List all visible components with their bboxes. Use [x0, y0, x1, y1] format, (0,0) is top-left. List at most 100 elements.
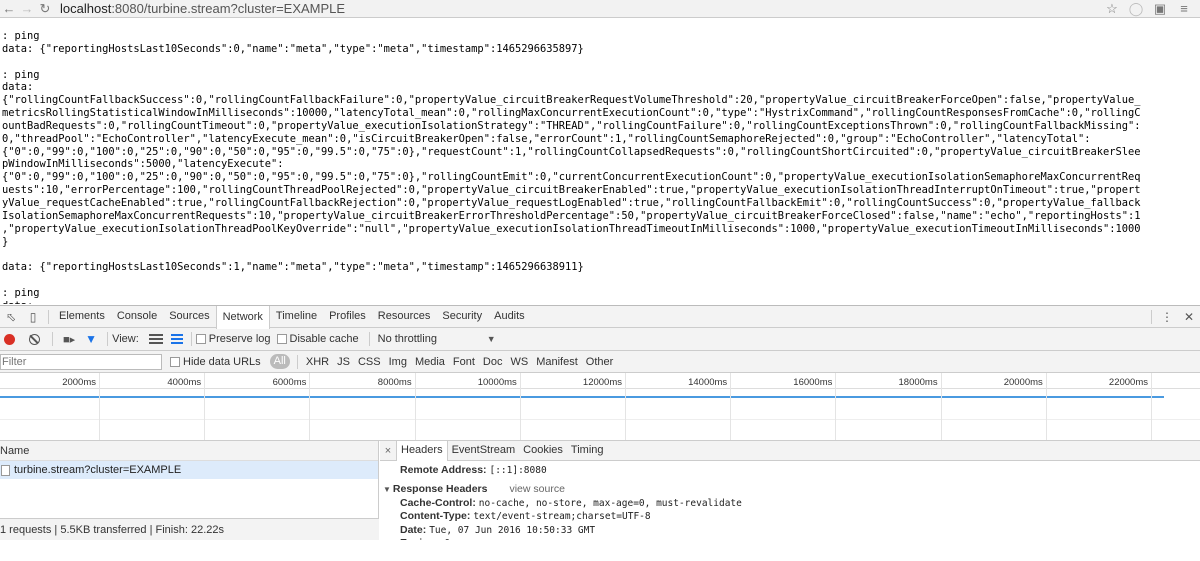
filter-type-doc[interactable]: Doc: [483, 356, 503, 368]
divider: [52, 332, 53, 346]
devtools-tabs: Elements Console Sources Network Timeline Pro…: [53, 305, 531, 329]
tab-sources[interactable]: Sources: [163, 305, 215, 329]
chevron-down-icon: ▼: [486, 334, 496, 344]
throttling-select[interactable]: No throttling ▼: [378, 333, 496, 345]
filter-type-css[interactable]: CSS: [358, 356, 381, 368]
close-devtools-icon[interactable]: ✕: [1178, 306, 1200, 328]
filter-type-ws[interactable]: WS: [510, 356, 528, 368]
view-source-link[interactable]: view source: [509, 483, 564, 495]
close-details-icon[interactable]: ×: [380, 445, 396, 457]
response-header-row: Cache-Control: no-cache, no-store, max-a…: [380, 497, 1200, 511]
tab-audits[interactable]: Audits: [488, 305, 531, 329]
filter-type-all[interactable]: All: [269, 354, 290, 369]
large-rows-icon[interactable]: [148, 334, 163, 344]
filter-type-xhr[interactable]: XHR: [306, 356, 329, 368]
filter-type-font[interactable]: Font: [453, 356, 475, 368]
device-mode-icon[interactable]: ▯: [22, 306, 44, 328]
timeline-gridline: [204, 373, 206, 440]
inspect-element-icon[interactable]: ⬁: [0, 306, 22, 328]
reload-icon[interactable]: ↻: [36, 0, 54, 18]
response-headers-list: Cache-Control: no-cache, no-store, max-a…: [380, 497, 1200, 541]
url-path: :8080/turbine.stream?cluster=EXAMPLE: [111, 1, 346, 16]
request-row[interactable]: turbine.stream?cluster=EXAMPLE: [0, 461, 378, 479]
timeline-tick-label: 6000ms: [272, 377, 307, 388]
hide-data-urls-checkbox[interactable]: [170, 356, 180, 367]
event-stream-content: : ping data: {"reportingHostsLast10Second…: [2, 30, 1198, 304]
disable-cache-label: Disable cache: [289, 333, 359, 345]
more-options-icon[interactable]: ⋮: [1156, 306, 1178, 328]
tab-resources[interactable]: Resources: [372, 305, 437, 329]
extension-icon[interactable]: ◯: [1126, 0, 1146, 18]
filter-type-other[interactable]: Other: [586, 356, 614, 368]
browser-address-bar: ← → ↻ localhost:8080/turbine.stream?clus…: [0, 0, 1200, 18]
devtools-tabbar: ⬁ ▯ Elements Console Sources Network Timelin…: [0, 305, 1200, 329]
forward-icon[interactable]: →: [18, 0, 36, 18]
bookmark-star-icon[interactable]: ☆: [1102, 0, 1122, 18]
filter-bar: Hide data URLs All XHR JS CSS Img Media Font Do…: [0, 351, 1200, 373]
timeline-gridline: [940, 373, 942, 440]
filter-input[interactable]: [0, 353, 162, 370]
url-field[interactable]: localhost:8080/turbine.stream?cluster=EX…: [60, 1, 345, 16]
stream-line: [2, 248, 1198, 261]
remote-address-value: [::1]:8080: [489, 465, 547, 476]
tab-timeline[interactable]: Timeline: [270, 305, 323, 329]
details-tab-list: Headers EventStream Cookies Timing: [396, 441, 608, 461]
tab-elements[interactable]: Elements: [53, 305, 111, 329]
preserve-log-checkbox[interactable]: [195, 334, 206, 344]
response-header-row: Content-Type: text/event-stream;charset=…: [380, 510, 1200, 524]
filter-type-media[interactable]: Media: [415, 356, 445, 368]
clear-icon[interactable]: [29, 333, 40, 345]
tab-network[interactable]: Network: [215, 305, 270, 329]
stream-line: }: [2, 235, 9, 248]
timeline-gridline: [730, 373, 732, 440]
timeline-tick-label: 22000ms: [1108, 377, 1148, 388]
resource-type-filters: All XHR JS CSS Img Media Font Doc WS Manifest Othe…: [267, 354, 618, 369]
details-tab-timing[interactable]: Timing: [567, 441, 608, 461]
name-column-header[interactable]: Name: [0, 441, 378, 461]
network-overview-timeline[interactable]: 2000ms 4000ms 6000ms 8000ms 10000ms 12000ms 14…: [0, 373, 1200, 441]
timeline-gridline: [835, 373, 837, 440]
request-details-pane: × Headers EventStream Cookies Timing Remote…: [380, 441, 1200, 540]
stream-line: 0,"threadPool":"EchoController","latency…: [2, 132, 1091, 145]
overview-icon[interactable]: [170, 334, 183, 344]
disable-cache-checkbox[interactable]: [276, 334, 287, 344]
timeline-tick-label: 14000ms: [688, 377, 728, 388]
tab-security[interactable]: Security: [436, 305, 488, 329]
filter-funnel-icon[interactable]: ▼: [85, 332, 97, 346]
stream-line: [2, 56, 1198, 69]
details-tab-headers[interactable]: Headers: [396, 441, 448, 461]
details-tab-eventstream[interactable]: EventStream: [448, 441, 520, 461]
request-name: turbine.stream?cluster=EXAMPLE: [14, 464, 182, 476]
header-value: text/event-stream;charset=UTF-8: [473, 511, 651, 522]
details-tab-cookies[interactable]: Cookies: [519, 441, 567, 461]
header-key: Content-Type:: [400, 510, 471, 522]
back-icon[interactable]: ←: [0, 0, 18, 18]
stream-line: data: {"reportingHostsLast10Seconds":1,"…: [2, 261, 584, 274]
response-headers-section[interactable]: ▼ Response Headers view source: [380, 482, 1200, 497]
extension-square-icon[interactable]: ▣: [1150, 0, 1170, 18]
stream-line: yValue_requestCacheEnabled":true,"rollin…: [2, 196, 1141, 209]
details-tabs: × Headers EventStream Cookies Timing: [380, 441, 1200, 461]
record-icon[interactable]: [4, 333, 15, 345]
screenshot-camera-icon[interactable]: ■▸: [63, 333, 75, 346]
request-rows: turbine.stream?cluster=EXAMPLE: [0, 461, 378, 479]
header-key: Date:: [400, 523, 427, 536]
response-header-row: Date: Tue, 07 Jun 2016 10:50:33 GMT: [380, 524, 1200, 538]
timeline-tick-label: 8000ms: [377, 377, 412, 388]
timeline-ruler: [0, 388, 1200, 389]
filter-type-js[interactable]: JS: [337, 356, 350, 368]
stream-line: {"rollingCountFallbackSuccess":0,"rollin…: [2, 94, 1141, 107]
network-toolbar: ■▸ ▼ View: Preserve log Disable cache No…: [0, 328, 1200, 351]
remote-address-row: Remote Address: [::1]:8080: [380, 464, 1200, 478]
menu-icon[interactable]: ≡: [1174, 0, 1194, 18]
document-file-icon: [1, 464, 10, 476]
tab-profiles[interactable]: Profiles: [323, 305, 372, 329]
network-lower-split: Name turbine.stream?cluster=EXAMPLE 1 re…: [0, 441, 1200, 540]
timeline-gridline: [625, 373, 626, 440]
stream-line: metricsRollingStatisticalWindowInMillise…: [2, 107, 1141, 120]
filter-type-img[interactable]: Img: [389, 356, 407, 368]
filter-type-manifest[interactable]: Manifest: [536, 356, 578, 368]
divider: [48, 309, 49, 324]
request-list-pane: Name turbine.stream?cluster=EXAMPLE 1 re…: [0, 441, 379, 540]
tab-console[interactable]: Console: [111, 305, 163, 329]
